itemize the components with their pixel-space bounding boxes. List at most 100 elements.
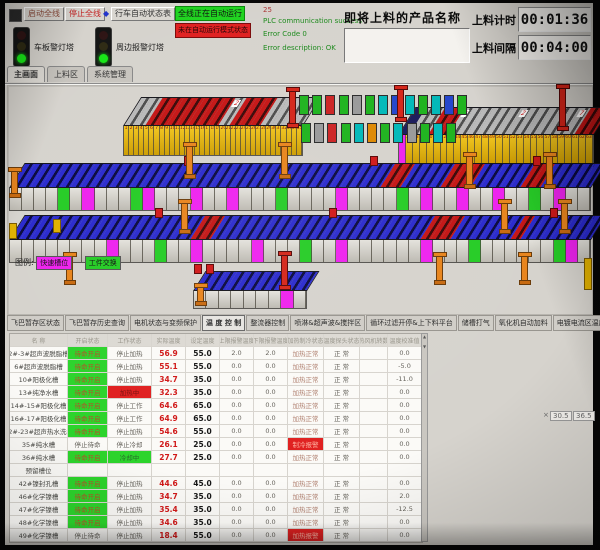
table-cell: 正 常	[324, 516, 360, 529]
table-cell: 0.0	[254, 529, 288, 542]
tank-cell	[179, 240, 191, 262]
table-cell: 35#纯水槽	[10, 438, 68, 451]
tank-cell	[336, 240, 348, 262]
alarm-tag-icon	[194, 264, 202, 274]
table-cell: 65.0	[186, 399, 220, 412]
equipment-icon	[457, 95, 467, 115]
table-cell: 停止加热	[108, 347, 152, 360]
tank-cell	[264, 240, 276, 262]
table-row: 42#镍封孔槽待命开启停止加热44.645.00.00.0加热正常正 常0.0	[10, 477, 422, 490]
app-icon	[9, 9, 22, 22]
table-cell: 0.0	[254, 373, 288, 386]
table-cell: 正 常	[324, 490, 360, 503]
table-cell: 55.0	[186, 529, 220, 542]
table-cell: 54.6	[152, 425, 186, 438]
table-cell	[360, 503, 388, 516]
tank-cell	[191, 240, 203, 262]
table-cell: 正 常	[324, 503, 360, 516]
tank-cell	[167, 240, 179, 262]
table-cell	[360, 386, 388, 399]
stop-line-button[interactable]: 停止全线	[65, 7, 105, 21]
table-cell: 35.0	[186, 386, 220, 399]
tank-cell	[143, 240, 155, 262]
table-cell	[360, 477, 388, 490]
table-cell: 42#镍封孔槽	[10, 477, 68, 490]
table-cell: -11.0	[388, 373, 422, 386]
table-cell: 0.0	[388, 425, 422, 438]
tank-cell	[469, 188, 481, 210]
tank-cell	[566, 240, 578, 262]
table-row: 36#纯水槽待命开启冷却中27.725.00.00.0加热正常正 常0.0	[10, 451, 422, 464]
table-cell: 停止加热	[108, 477, 152, 490]
function-tab-2[interactable]: 电机状态与变频保护	[130, 315, 201, 331]
load-timer-value[interactable]: 00:01:36	[518, 7, 591, 32]
table-header-cell: 名 称	[10, 334, 68, 347]
function-tab-5[interactable]: 喷淋&超声波&搅拌区	[290, 315, 365, 331]
tank-cell: 52	[510, 135, 517, 163]
table-header-cell: 开启状态	[68, 334, 108, 347]
table-cell	[68, 464, 108, 477]
table-cell: 加热正常	[288, 516, 324, 529]
table-cell: 加热正常	[288, 399, 324, 412]
tank-cell	[70, 188, 82, 210]
tank-cell	[143, 188, 155, 210]
tank-cell	[421, 188, 433, 210]
table-row: 47#化学镍槽待命开启停止加热35.435.00.00.0加热正常正 常-12.…	[10, 503, 422, 516]
tank-cell	[215, 188, 227, 210]
table-cell: 36#纯水槽	[10, 451, 68, 464]
table-cell: 加热正常	[288, 347, 324, 360]
nav-tab-1[interactable]: 上料区	[47, 66, 85, 82]
load-timer-label: 上料计时	[472, 12, 516, 28]
tank-cell	[384, 188, 396, 210]
tank-cell	[239, 240, 251, 262]
equipment-icon	[418, 95, 428, 115]
tank-cell	[191, 188, 203, 210]
function-tab-3[interactable]: 温 度 控 制	[202, 315, 245, 331]
table-cell: 0.0	[254, 451, 288, 464]
nav-tab-0[interactable]: 主画面	[7, 66, 45, 82]
function-tab-7[interactable]: 储槽打气	[458, 315, 494, 331]
table-cell: 加热正常	[288, 373, 324, 386]
function-tab-0[interactable]: 飞巴暂存区状态	[7, 315, 64, 331]
table-cell: 44.6	[152, 477, 186, 490]
load-interval-value[interactable]: 00:04:00	[518, 35, 591, 60]
tank-cell	[457, 240, 469, 262]
table-cell: 45.0	[186, 477, 220, 490]
conveyor-top	[9, 163, 600, 188]
tank-cell	[58, 188, 70, 210]
table-cell: 待命开启	[68, 412, 108, 425]
table-cell: 停止待命	[68, 529, 108, 542]
equipment-icon	[327, 123, 337, 143]
table-cell: 待命开启	[68, 490, 108, 503]
table-cell	[360, 516, 388, 529]
table-scrollbar[interactable]: ▲▼	[421, 333, 428, 542]
equipment-icon	[407, 123, 417, 143]
function-tab-4[interactable]: 整流器控制	[246, 315, 289, 331]
table-cell: 35.0	[186, 490, 220, 503]
next-product-input[interactable]	[344, 28, 470, 63]
function-tab-1[interactable]: 飞巴暂存历史查询	[65, 315, 129, 331]
function-tab-8[interactable]: 氧化机自动加料	[495, 315, 552, 331]
table-cell: 正 常	[324, 529, 360, 542]
tank-cell: 51	[503, 135, 510, 163]
table-cell	[108, 464, 152, 477]
table-cell: 正 常	[324, 386, 360, 399]
table-row: 13#纯净水槽待命开启加热中32.335.00.00.0加热正常正 常0.0	[10, 386, 422, 399]
nav-tab-2[interactable]: 系统管理	[87, 66, 133, 82]
table-cell	[220, 464, 254, 477]
tank-cell	[22, 188, 34, 210]
start-line-button[interactable]: 启动全线	[24, 7, 64, 21]
crane-auto-status-button[interactable]: 行车自动状态表	[111, 7, 175, 21]
equipment-icon	[393, 123, 403, 143]
equipment-icon	[341, 123, 351, 143]
function-tab-9[interactable]: 电镀电流区温度查询	[553, 315, 600, 331]
function-tab-6[interactable]: 循环过滤开停&上下料平台	[366, 315, 456, 331]
tank-cell	[445, 188, 457, 210]
table-cell: 停止加热	[108, 516, 152, 529]
tank-cell	[421, 240, 433, 262]
equipment-icon	[352, 95, 362, 115]
table-header-cell: 设定温度	[186, 334, 220, 347]
table-cell: 0.0	[254, 477, 288, 490]
table-cell: 0.0	[388, 451, 422, 464]
alarm-tag-icon	[550, 208, 558, 218]
